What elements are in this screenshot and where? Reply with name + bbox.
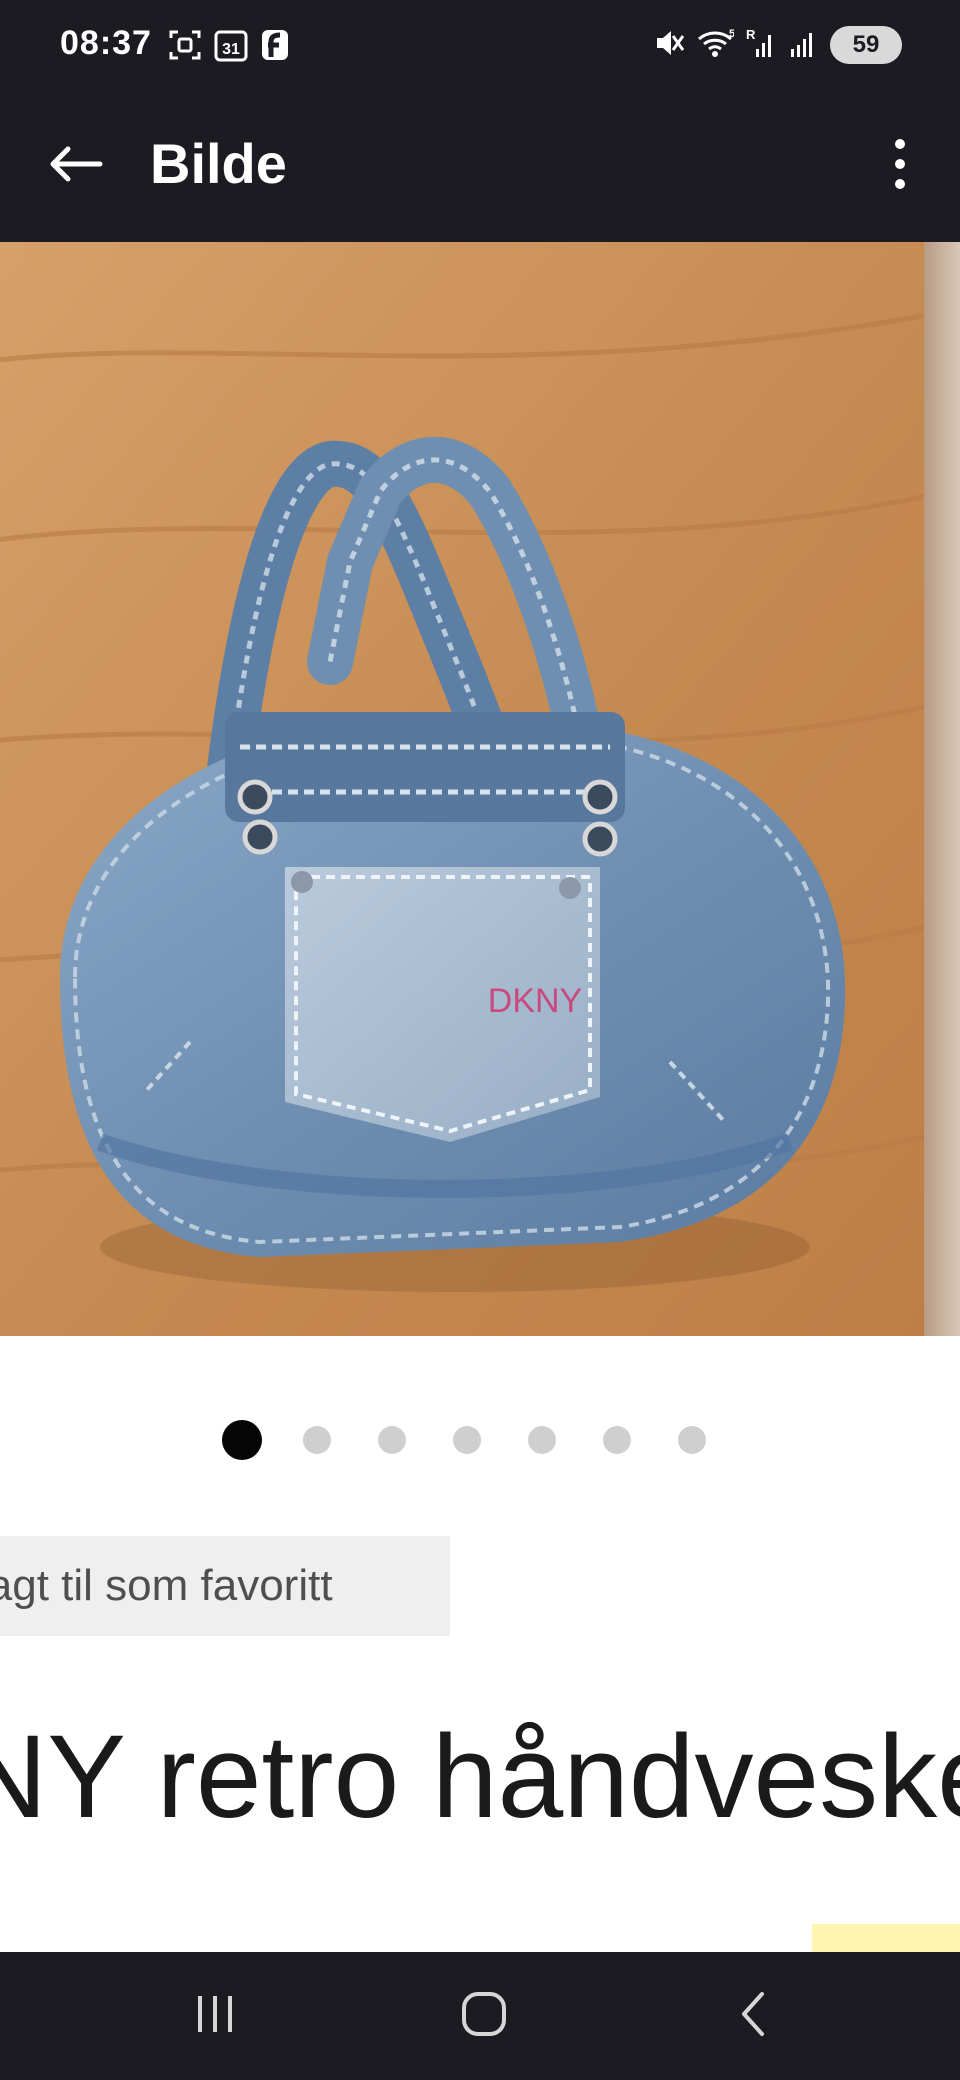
- content: DKNY lagt til som favoritt NY retro hånd…: [0, 242, 960, 1952]
- app-bar: Bilde: [0, 96, 960, 242]
- status-right-icons: 5 R 59: [654, 26, 902, 64]
- battery-level: 59: [852, 31, 880, 58]
- gallery-dot[interactable]: [603, 1426, 631, 1454]
- status-bar: 08:37 31 5 R 59: [0, 0, 960, 96]
- status-left-icons: 31: [168, 28, 290, 67]
- listing-title: NY retro håndveske: [0, 1711, 960, 1843]
- wifi-icon: 5: [696, 27, 735, 64]
- svg-text:DKNY: DKNY: [488, 982, 582, 1020]
- screen: 08:37 31 5 R 59 Bilde DKNY lagt til som …: [0, 0, 960, 2080]
- recents-icon: [193, 1991, 239, 2042]
- gallery-dot-active[interactable]: [222, 1420, 262, 1460]
- product-photo[interactable]: DKNY: [0, 242, 924, 1336]
- back-arrow-icon: [48, 144, 104, 189]
- gallery-page-indicator: [0, 1418, 960, 1462]
- recents-button[interactable]: [168, 1984, 264, 2048]
- svg-text:R: R: [746, 27, 756, 42]
- gallery-dot[interactable]: [303, 1426, 331, 1454]
- gallery-dot[interactable]: [528, 1426, 556, 1454]
- more-vertical-icon: [892, 136, 908, 197]
- page-title: Bilde: [150, 132, 287, 195]
- favorite-status-chip: lagt til som favoritt: [0, 1536, 450, 1636]
- signal-r-icon: R: [746, 27, 776, 64]
- navigation-bar: [0, 1952, 960, 2080]
- svg-text:5: 5: [729, 28, 734, 40]
- back-button[interactable]: [40, 130, 112, 202]
- system-back-button[interactable]: [706, 1984, 802, 2048]
- more-options-button[interactable]: [864, 130, 936, 202]
- svg-text:31: 31: [222, 41, 240, 58]
- home-icon: [460, 1990, 508, 2043]
- mute-icon: [654, 27, 685, 64]
- screenshot-icon: [168, 28, 202, 67]
- back-icon: [734, 1990, 774, 2043]
- gallery-dot[interactable]: [378, 1426, 406, 1454]
- calendar-icon: 31: [214, 28, 248, 67]
- price-badge-edge: [812, 1924, 960, 1952]
- home-button[interactable]: [436, 1984, 532, 2048]
- gallery-dot[interactable]: [453, 1426, 481, 1454]
- app-notification-icon: [260, 28, 290, 67]
- gallery-dot[interactable]: [678, 1426, 706, 1454]
- status-time: 08:37: [60, 24, 152, 62]
- next-photo-edge: [924, 242, 960, 1336]
- battery-icon: 59: [830, 26, 902, 64]
- signal-icon: [788, 27, 818, 64]
